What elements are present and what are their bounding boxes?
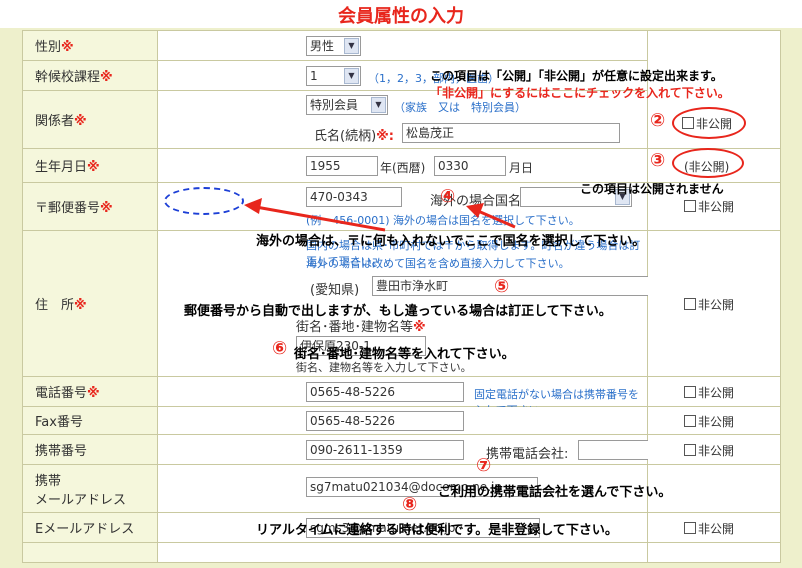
note-7: ご利用の携帯電話会社を選んで下さい。 [438,485,672,500]
note-5: 郵便番号から自動で出しますが、もし違っている場合は訂正して下さい。 [184,304,612,319]
note-6: 街名･番地･建物名等を入れて下さい。 [294,347,515,362]
note-3: この項目は公開されません [580,182,724,196]
note-8: リアルタイムに連絡する時は便利です。是非登録して下さい。 [256,523,618,538]
note-1: この項目は「公開」「非公開」が任意に設定出来ます。 [430,69,723,83]
note-2: 「非公開」にするにはここにチェックを入れて下さい。 [430,86,730,100]
note-4: 海外の場合は、〒に何も入れないでここで国名を選択して下さい。 [256,234,646,249]
